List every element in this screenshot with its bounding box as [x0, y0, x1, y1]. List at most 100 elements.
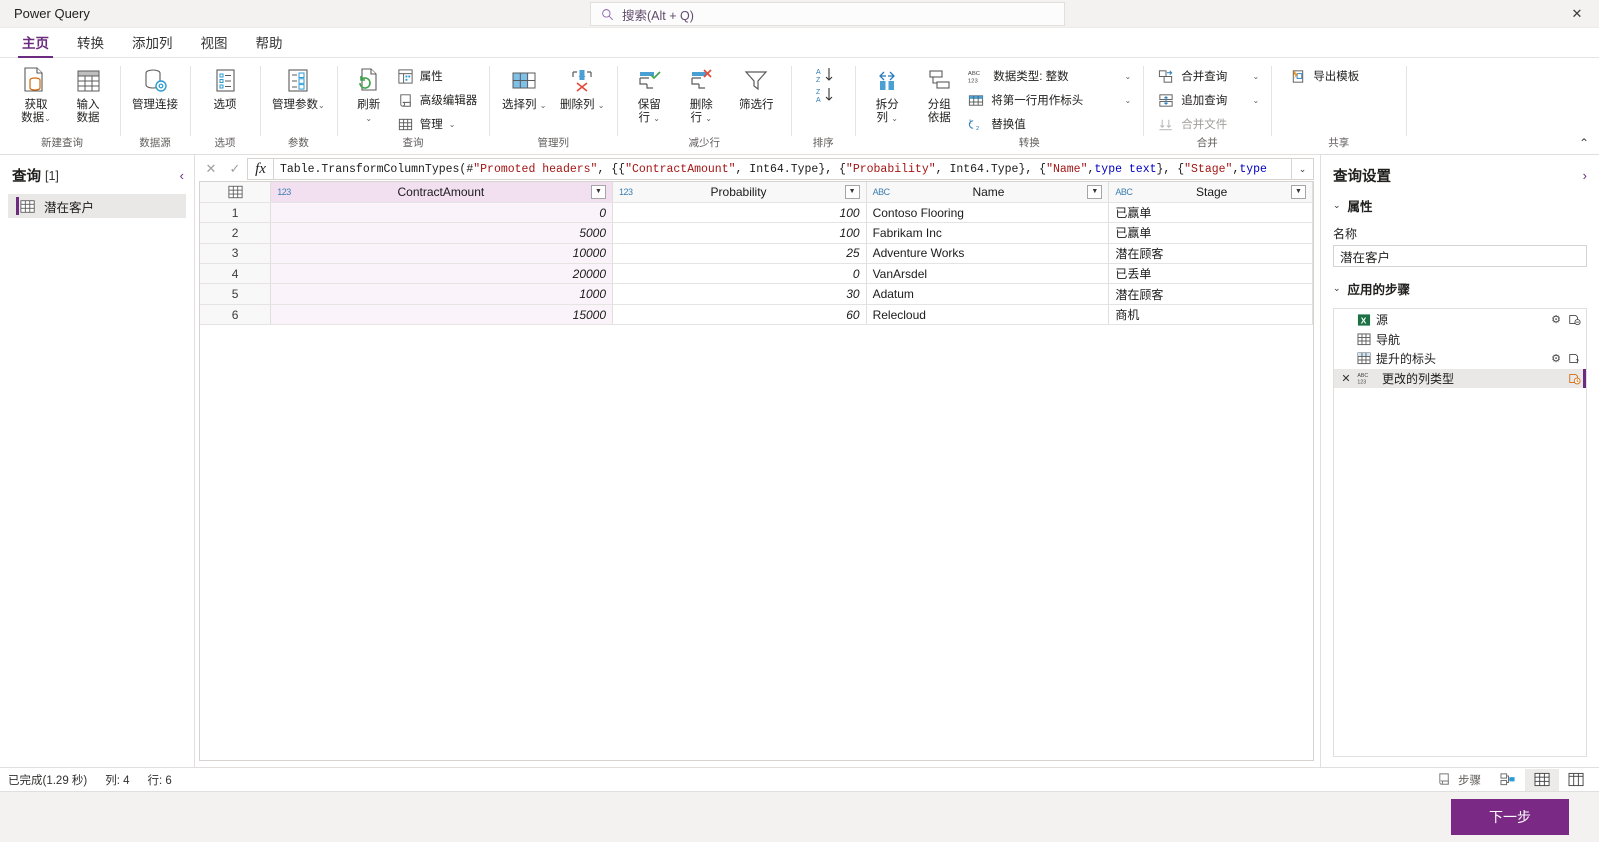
cell-probability[interactable]: 60 [612, 304, 867, 326]
sort-ascending-icon[interactable]: A Z [808, 66, 838, 83]
use-first-row-as-headers-button[interactable]: 将第一行用作标头 ⌄ [965, 89, 1137, 111]
table-row[interactable]: 2 5000 100 Fabrikam Inc 已赢单 [200, 222, 1313, 244]
append-queries-chevron-down-icon[interactable]: ⌄ [1253, 96, 1260, 105]
gear-icon[interactable]: ⚙ [1549, 313, 1563, 326]
steps-toggle-button[interactable]: 步骤 [1427, 769, 1491, 791]
delete-step-icon[interactable]: ✕ [1340, 372, 1352, 385]
choose-columns-button[interactable]: 选择列 ⌄ [495, 62, 553, 112]
tab-help[interactable]: 帮助 [242, 29, 297, 57]
cell-probability[interactable]: 25 [612, 243, 867, 265]
cell-contractamount[interactable]: 15000 [270, 304, 614, 326]
advanced-editor-button[interactable]: 高级编辑器 [395, 89, 484, 111]
use-first-row-chevron-down-icon[interactable]: ⌄ [1125, 96, 1132, 105]
remove-columns-button[interactable]: 删除列 ⌄ [553, 62, 611, 112]
cell-name[interactable]: VanArsdel [866, 263, 1110, 285]
sort-buttons[interactable]: A Z Z A [797, 62, 849, 103]
tab-view[interactable]: 视图 [187, 29, 242, 57]
cell-contractamount[interactable]: 10000 [270, 243, 614, 265]
data-type-chevron-down-icon[interactable]: ⌄ [1125, 72, 1132, 81]
diagram-view-button[interactable] [1491, 769, 1525, 791]
filter-rows-button[interactable]: 筛选行 [727, 62, 785, 112]
append-queries-button[interactable]: 追加查询 ⌄ [1155, 89, 1265, 111]
keep-rows-button[interactable]: 保留行 ⌄ [623, 62, 675, 125]
select-all-icon[interactable] [200, 182, 272, 203]
cell-contractamount[interactable]: 1000 [270, 283, 614, 305]
applied-step-navigation[interactable]: 导航 [1334, 330, 1586, 350]
manage-chevron-down-icon[interactable]: ⌄ [449, 120, 456, 129]
cell-contractamount[interactable]: 0 [270, 202, 614, 224]
cell-name[interactable]: Adatum [866, 283, 1110, 305]
table-row[interactable]: 6 15000 60 Relecloud 商机 [200, 304, 1313, 326]
cell-stage[interactable]: 已丢单 [1108, 263, 1313, 285]
properties-button[interactable]: 属性 [395, 65, 484, 87]
column-header-name[interactable]: ABC Name ▼ [866, 182, 1110, 203]
tab-transform[interactable]: 转换 [63, 29, 118, 57]
merge-queries-chevron-down-icon[interactable]: ⌄ [1253, 72, 1260, 81]
query-folding-pending-icon[interactable] [1568, 372, 1584, 385]
column-header-probability[interactable]: 123 Probability ▼ [612, 182, 867, 203]
cell-probability[interactable]: 100 [612, 202, 867, 224]
enter-data-button[interactable]: 输入 数据 [62, 62, 114, 125]
collapse-queries-pane-icon[interactable]: ‹ [180, 168, 184, 183]
query-folding-unknown-icon[interactable]: ? [1568, 352, 1584, 365]
cell-name[interactable]: Adventure Works [866, 243, 1110, 265]
sort-descending-icon[interactable]: Z A [808, 86, 838, 103]
applied-steps-section-header[interactable]: ⌄ 应用的步骤 [1321, 275, 1599, 302]
table-row[interactable]: 3 10000 25 Adventure Works 潜在顾客 [200, 243, 1313, 265]
properties-section-header[interactable]: ⌄ 属性 [1321, 192, 1599, 219]
column-filter-dropdown-icon[interactable]: ▼ [591, 184, 607, 199]
query-name-input[interactable]: 潜在客户 [1333, 245, 1587, 267]
cell-probability[interactable]: 30 [612, 283, 867, 305]
search-input[interactable]: 搜索(Alt + Q) [590, 2, 1065, 26]
next-step-button[interactable]: 下一步 [1451, 799, 1569, 835]
gear-icon[interactable]: ⚙ [1549, 352, 1563, 365]
cell-stage[interactable]: 已赢单 [1108, 202, 1313, 224]
column-profile-button[interactable] [1559, 769, 1593, 791]
split-column-button[interactable]: 拆分列 ⌄ [861, 62, 913, 125]
table-row[interactable]: 4 20000 0 VanArsdel 已丢单 [200, 263, 1313, 285]
cell-name[interactable]: Contoso Flooring [866, 202, 1110, 224]
column-filter-dropdown-icon[interactable]: ▼ [1291, 184, 1306, 199]
refresh-button[interactable]: 刷新 ⌄ [343, 62, 395, 125]
applied-step-promoted-headers[interactable]: 提升的标头 ⚙ ? [1334, 349, 1586, 369]
cell-probability[interactable]: 100 [612, 222, 867, 244]
cell-stage[interactable]: 商机 [1108, 304, 1313, 326]
table-row[interactable]: 5 1000 30 Adatum 潜在顾客 [200, 283, 1313, 305]
options-button[interactable]: 选项 [196, 62, 254, 112]
remove-rows-button[interactable]: 删除行 ⌄ [675, 62, 727, 125]
cell-stage[interactable]: 潜在顾客 [1108, 243, 1313, 265]
formula-cancel-icon[interactable]: ✕ [199, 158, 223, 180]
column-header-contractamount[interactable]: 123 ContractAmount ▼ [270, 182, 614, 203]
cell-name[interactable]: Fabrikam Inc [866, 222, 1110, 244]
formula-accept-icon[interactable]: ✓ [223, 158, 247, 180]
group-by-button[interactable]: 分组 依据 [913, 62, 965, 125]
cell-stage[interactable]: 潜在顾客 [1108, 283, 1313, 305]
collapse-ribbon-icon[interactable]: ⌃ [1579, 136, 1589, 150]
column-filter-dropdown-icon[interactable]: ▼ [1087, 184, 1103, 199]
applied-step-source[interactable]: X 源 ⚙ [1334, 310, 1586, 330]
expand-settings-pane-icon[interactable]: › [1583, 168, 1587, 183]
manage-parameters-button[interactable]: 管理参数⌄ [266, 62, 331, 112]
tab-home[interactable]: 主页 [8, 29, 63, 58]
merge-queries-button[interactable]: 合并查询 ⌄ [1155, 65, 1265, 87]
close-icon[interactable]: ✕ [1555, 0, 1599, 28]
column-filter-dropdown-icon[interactable]: ▼ [844, 184, 860, 199]
query-folding-not-supported-icon[interactable] [1568, 313, 1584, 326]
get-data-button[interactable]: 获取 数据⌄ [10, 62, 62, 125]
formula-input[interactable]: Table.TransformColumnTypes(# "Promoted he… [273, 158, 1292, 180]
replace-values-button[interactable]: 1 2 替换值 [965, 113, 1137, 135]
applied-step-changed-column-type[interactable]: ✕ ABC 123 更改的列类型 [1334, 368, 1586, 388]
cell-contractamount[interactable]: 20000 [270, 263, 614, 285]
cell-probability[interactable]: 0 [612, 263, 867, 285]
manage-connections-button[interactable]: 管理连接 [126, 62, 184, 112]
cell-stage[interactable]: 已赢单 [1108, 222, 1313, 244]
tab-add-column[interactable]: 添加列 [118, 29, 187, 57]
cell-contractamount[interactable]: 5000 [270, 222, 614, 244]
fx-icon[interactable]: fx [247, 158, 273, 180]
manage-button[interactable]: 管理 ⌄ [395, 113, 484, 135]
data-view-button[interactable] [1525, 768, 1559, 791]
cell-name[interactable]: Relecloud [866, 304, 1110, 326]
export-template-button[interactable]: 导出模板 [1287, 65, 1365, 87]
formula-expand-chevron-down-icon[interactable]: ⌄ [1292, 158, 1314, 180]
table-row[interactable]: 1 0 100 Contoso Flooring 已赢单 [200, 202, 1313, 224]
